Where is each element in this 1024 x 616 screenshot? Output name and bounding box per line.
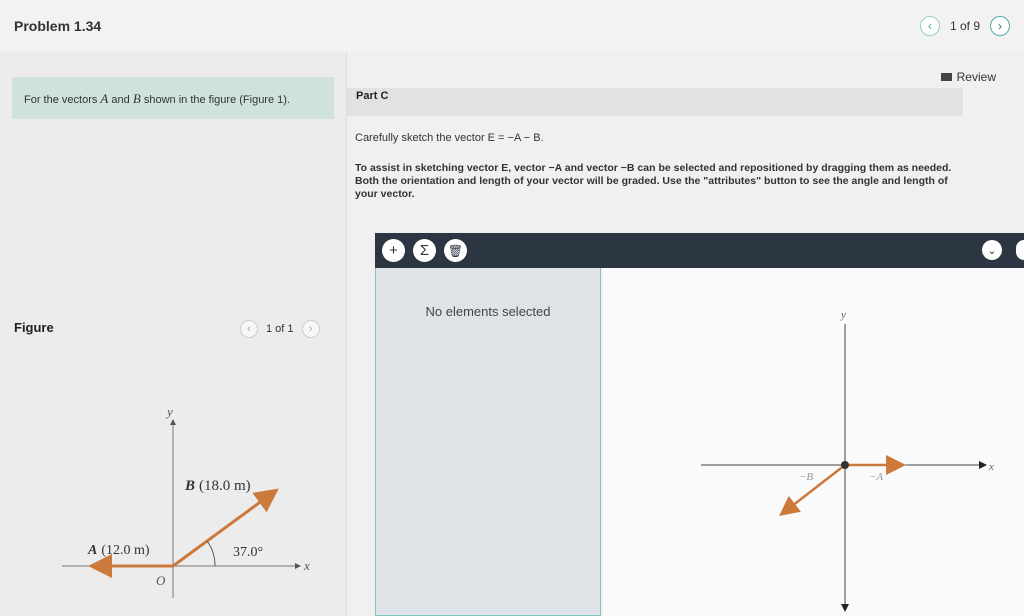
part-label: Part C (356, 90, 389, 102)
vector-b-symbol: B (132, 91, 141, 106)
vector-figure: y x O B (18.0 m) A (12.0 m) 37.0° (62, 404, 310, 598)
add-vector-button[interactable]: + (382, 239, 405, 262)
problem-title: Problem 1.34 (14, 18, 102, 34)
sum-vectors-button[interactable]: Σ (413, 239, 436, 262)
next-problem-button[interactable]: › (990, 16, 1010, 36)
instruction-detail: To assist in sketching vector E, vector … (355, 162, 952, 200)
origin-handle[interactable] (841, 461, 849, 469)
chevron-right-icon: › (998, 19, 1002, 33)
no-elements-message: No elements selected (425, 304, 551, 319)
prompt-suffix[interactable]: shown in the figure (Figure 1). (141, 94, 290, 106)
chevron-left-icon: ‹ (927, 19, 932, 33)
prev-figure-button[interactable]: ‹ (240, 320, 258, 338)
origin-label: O (156, 573, 166, 588)
angle-arc (206, 540, 216, 567)
drawing-toolbar: + Σ 🗑 ⌄ (375, 233, 1024, 268)
trash-icon: 🗑 (447, 243, 464, 258)
neg-b-label: −B (799, 471, 813, 483)
problem-prompt: For the vectors A and B shown in the fig… (12, 77, 334, 119)
canvas-svg[interactable]: y x −A −B (603, 268, 1024, 616)
figure-page-indicator: 1 of 1 (266, 323, 294, 335)
chevron-right-icon: › (308, 323, 313, 335)
neg-a-label: −A (869, 471, 883, 483)
next-figure-button[interactable]: › (301, 320, 320, 338)
chevron-down-icon: ⌄ (987, 244, 997, 257)
toolbar-dropdown-button[interactable]: ⌄ (982, 240, 1002, 260)
instruction-main: Carefully sketch the vector E = −A − B. (355, 132, 544, 144)
toolbar-extra-button[interactable] (1016, 240, 1024, 260)
problem-page-indicator: 1 of 9 (949, 19, 980, 33)
canvas-x-label: x (988, 461, 994, 473)
drawing-canvas[interactable]: y x −A −B (603, 268, 1024, 616)
review-link[interactable]: Review (940, 70, 996, 84)
y-axis-label: y (165, 404, 173, 419)
neg-b-vector[interactable] (779, 464, 846, 517)
left-panel: For the vectors A and B shown in the fig… (0, 52, 347, 616)
x-axis-label: x (303, 558, 310, 573)
sigma-icon: Σ (419, 242, 430, 259)
prompt-text: For the vectors (24, 94, 101, 106)
figure-pager: ‹ 1 of 1 › (240, 320, 320, 338)
top-bar: Problem 1.34 ‹ 1 of 9 › (0, 0, 1024, 53)
chevron-left-icon: ‹ (247, 323, 251, 335)
part-header: Part C (347, 88, 963, 116)
prev-problem-button[interactable]: ‹ (919, 16, 940, 36)
problem-pager: ‹ 1 of 9 › (919, 16, 1010, 36)
right-panel: Review Part C Carefully sketch the vecto… (347, 52, 1024, 616)
canvas-y-label: y (840, 309, 846, 321)
plus-icon: + (389, 242, 398, 259)
review-label: Review (956, 70, 996, 84)
review-icon (940, 73, 952, 81)
angle-label: 37.0° (233, 545, 263, 560)
vector-a-label: A (12.0 m) (87, 543, 150, 558)
figure-label: Figure (14, 320, 54, 335)
prompt-and: and (108, 94, 133, 106)
delete-button[interactable]: 🗑 (444, 239, 467, 262)
element-properties-pane: No elements selected (375, 268, 601, 616)
vector-b-label: B (18.0 m) (184, 478, 251, 494)
